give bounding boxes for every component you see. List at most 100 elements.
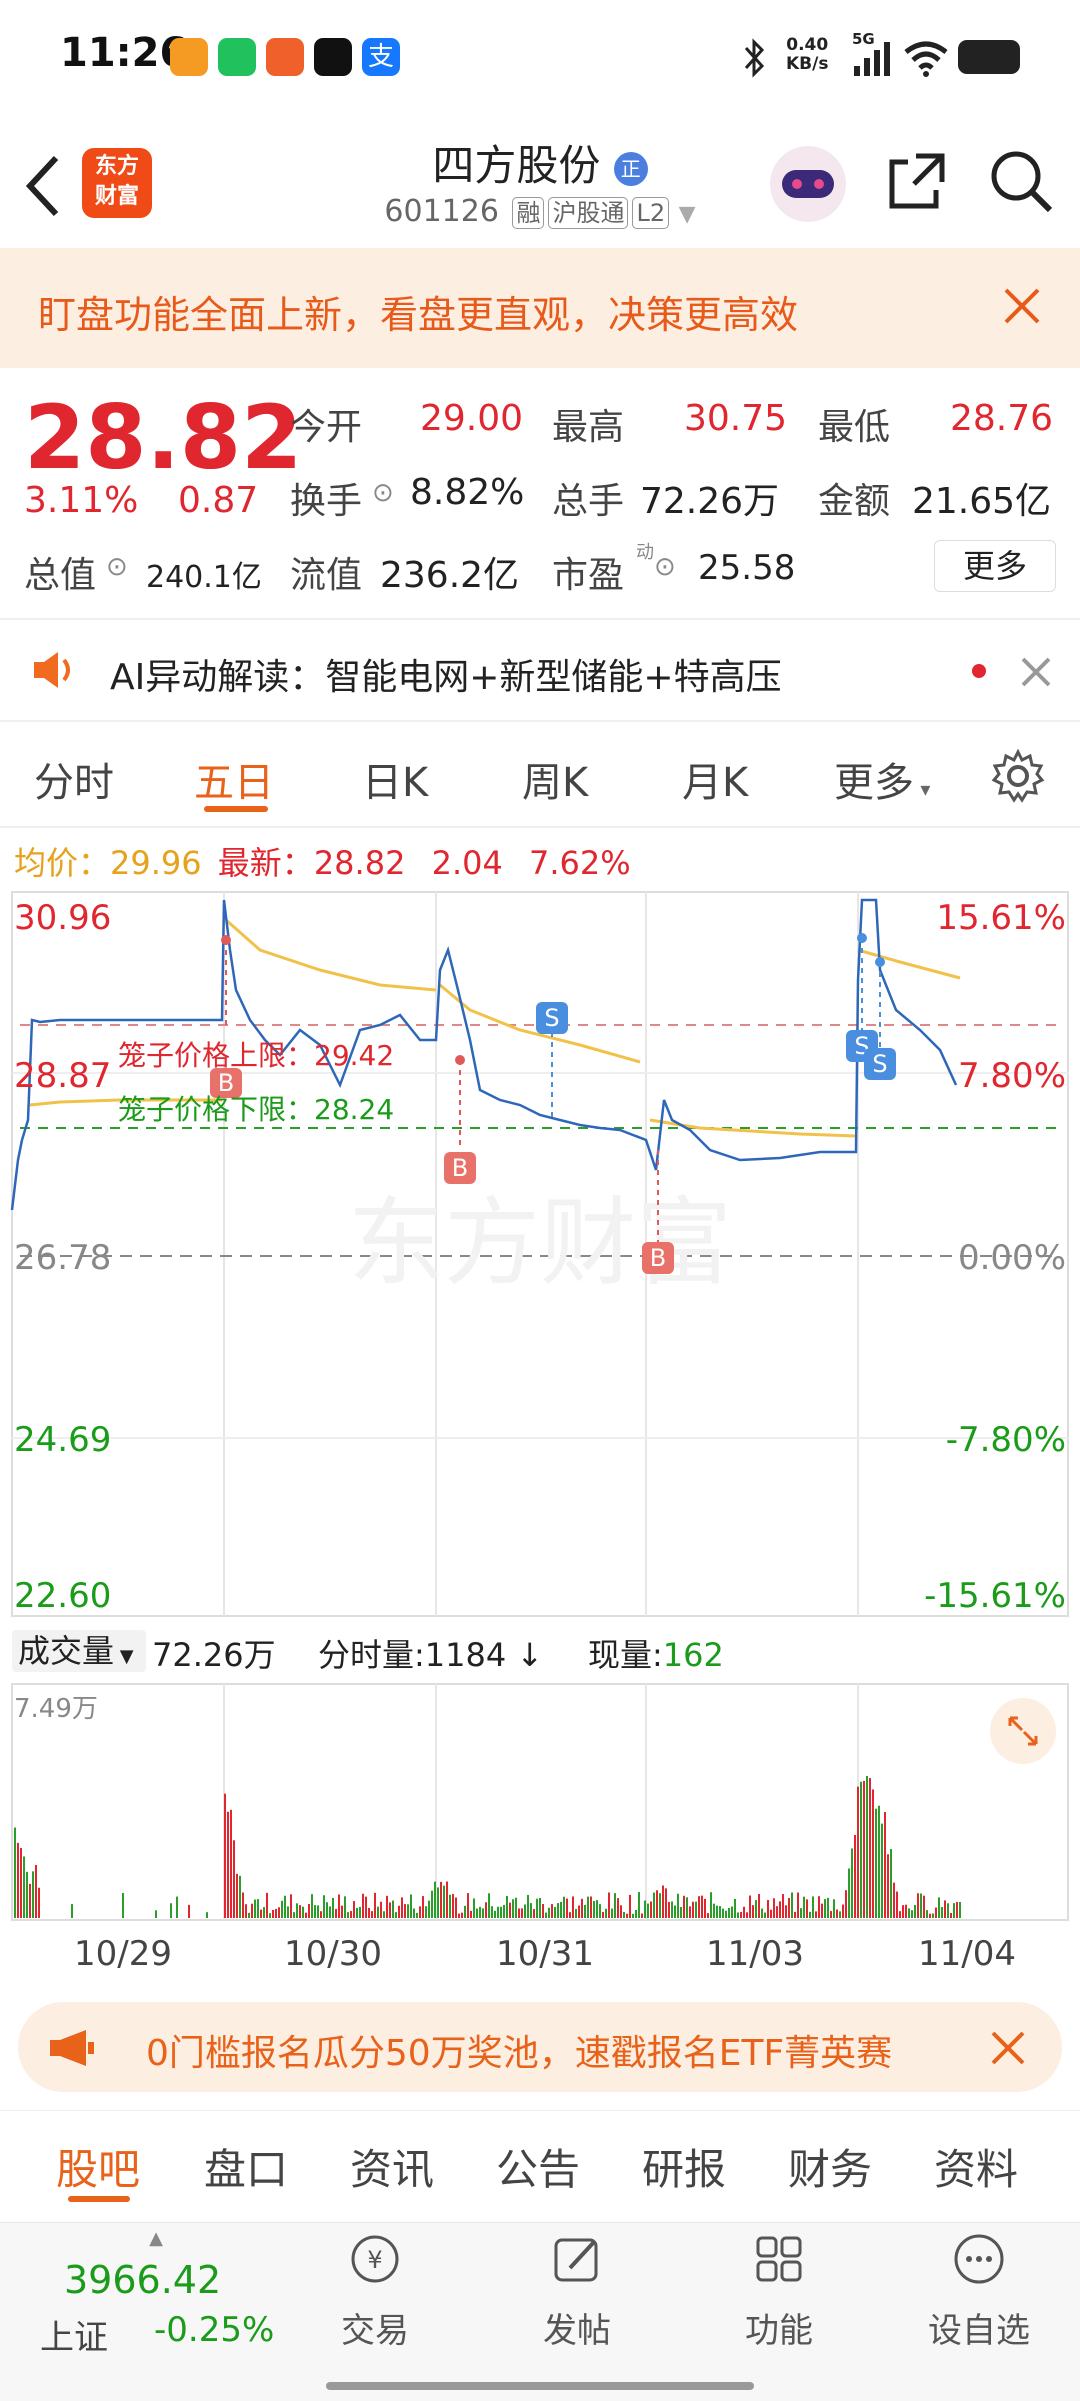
tag-level2: L2: [632, 197, 670, 229]
tab-orderbook[interactable]: 盘口: [204, 2136, 288, 2197]
volume-bar: [344, 1896, 346, 1918]
tab-financials[interactable]: 财务: [788, 2136, 872, 2197]
nav-trade[interactable]: ¥ 交易: [310, 2232, 440, 2352]
volume-bar: [713, 1903, 715, 1918]
tab-weekly-k[interactable]: 周K: [522, 750, 588, 808]
volume-bar: [947, 1903, 949, 1918]
info-icon[interactable]: ⊙: [106, 552, 128, 582]
volume-bar: [452, 1894, 454, 1918]
info-icon[interactable]: ⊙: [372, 478, 394, 508]
nav-post[interactable]: 发帖: [512, 2232, 642, 2352]
volume-bar: [206, 1912, 208, 1918]
volume-bar: [272, 1909, 274, 1918]
volume-bar: [425, 1906, 427, 1918]
volume-bar: [872, 1789, 874, 1918]
search-icon[interactable]: [988, 148, 1054, 214]
price-chart[interactable]: 东方财富 B B S B S S: [0, 890, 1080, 1620]
volume-bar: [830, 1911, 832, 1918]
volume-bar: [362, 1893, 364, 1918]
date-label: 10/31: [496, 1934, 594, 1974]
volume-bar: [437, 1887, 439, 1918]
close-icon[interactable]: [1002, 286, 1042, 326]
volume-bar: [455, 1897, 457, 1918]
svg-text:¥: ¥: [367, 2246, 382, 2274]
index-ticker[interactable]: ▲ 3966.42 上证 -0.25%: [36, 2228, 276, 2368]
volume-bar: [26, 1871, 28, 1918]
volume-bar: [296, 1903, 298, 1918]
ai-assistant-icon[interactable]: [770, 146, 846, 222]
change-amount: 0.87: [178, 480, 259, 521]
tab-monthly-k[interactable]: 月K: [682, 750, 748, 808]
volume-bar: [560, 1901, 562, 1918]
open-value: 29.00: [420, 398, 524, 439]
volume-bar: [254, 1899, 256, 1918]
enterprise-badge: 正: [613, 151, 648, 186]
volume-bar: [479, 1906, 481, 1918]
volume-bar: [488, 1893, 490, 1918]
volume-bar: [647, 1903, 649, 1918]
info-icon[interactable]: ⊙: [654, 552, 676, 582]
nav-functions[interactable]: 功能: [714, 2232, 844, 2352]
volume-bar: [380, 1901, 382, 1918]
volume-bar: [800, 1908, 802, 1918]
volume-bar: [815, 1911, 817, 1918]
volume-bar: [383, 1911, 385, 1918]
y-axis-pct-label: 7.80%: [957, 1056, 1066, 1096]
more-button[interactable]: 更多: [934, 540, 1056, 592]
volume-value: 72.26万: [640, 481, 780, 522]
more-dots-icon: [954, 2234, 1004, 2284]
home-indicator: [326, 2382, 754, 2390]
volume-bar: [680, 1907, 682, 1918]
feature-banner[interactable]: 盯盘功能全面上新，看盘更直观，决策更高效: [0, 248, 1080, 368]
tab-research[interactable]: 研报: [642, 2136, 726, 2197]
volume-bar: [893, 1882, 895, 1918]
tab-five-day[interactable]: 五日: [194, 750, 274, 808]
volume-bar: [920, 1893, 922, 1918]
volume-bar: [953, 1903, 955, 1918]
tab-more[interactable]: 更多 ▾: [834, 750, 930, 808]
volume-bar: [575, 1908, 577, 1918]
svg-text:S: S: [872, 1050, 887, 1078]
tab-intraday[interactable]: 分时: [34, 750, 114, 808]
tab-profile[interactable]: 资料: [934, 2136, 1018, 2197]
volume-bar: [668, 1901, 670, 1918]
tab-news[interactable]: 资讯: [350, 2136, 434, 2197]
tab-daily-k[interactable]: 日K: [362, 750, 428, 808]
volume-bar: [689, 1906, 691, 1918]
volume-bar: [368, 1907, 370, 1918]
volume-bar: [737, 1912, 739, 1918]
promo-banner[interactable]: 0门槛报名瓜分50万奖池，速戳报名ETF菁英赛: [18, 2002, 1062, 2092]
volume-bar: [470, 1910, 472, 1918]
ai-insight-bar[interactable]: AI异动解读：智能电网+新型储能+特高压: [0, 620, 1080, 722]
volume-bar: [422, 1896, 424, 1918]
volume-bar: [521, 1908, 523, 1918]
tab-announcements[interactable]: 公告: [496, 2136, 580, 2197]
volume-bar: [695, 1901, 697, 1918]
nav-add-watchlist[interactable]: 设自选: [914, 2232, 1044, 2352]
close-icon[interactable]: [1020, 656, 1052, 688]
volume-bar: [170, 1903, 172, 1918]
volume-total: 72.26万: [152, 1636, 276, 1674]
turnover-value: 8.82%: [410, 472, 525, 513]
close-icon[interactable]: [990, 2030, 1026, 2066]
volume-bar: [734, 1898, 736, 1918]
volume-bar: [449, 1894, 451, 1918]
pe-value: 25.58: [698, 548, 796, 588]
expand-icon[interactable]: [990, 1698, 1056, 1764]
volume-bar: [605, 1908, 607, 1918]
gear-icon[interactable]: [990, 748, 1046, 804]
volume-bar: [410, 1894, 412, 1918]
volume-chart[interactable]: [0, 1682, 1080, 1922]
y-axis-label: 26.78: [14, 1238, 112, 1278]
volume-bar: [620, 1905, 622, 1918]
y-axis-label: 28.87: [14, 1056, 112, 1096]
volume-selector[interactable]: 成交量 ▼: [12, 1630, 146, 1672]
volume-bar: [824, 1899, 826, 1918]
volume-bar: [554, 1906, 556, 1918]
volume-bar: [350, 1911, 352, 1918]
volume-bar: [902, 1905, 904, 1918]
share-icon[interactable]: [886, 150, 948, 212]
volume-bar: [593, 1901, 595, 1918]
volume-bar: [524, 1904, 526, 1918]
tab-forum[interactable]: 股吧: [56, 2136, 140, 2197]
